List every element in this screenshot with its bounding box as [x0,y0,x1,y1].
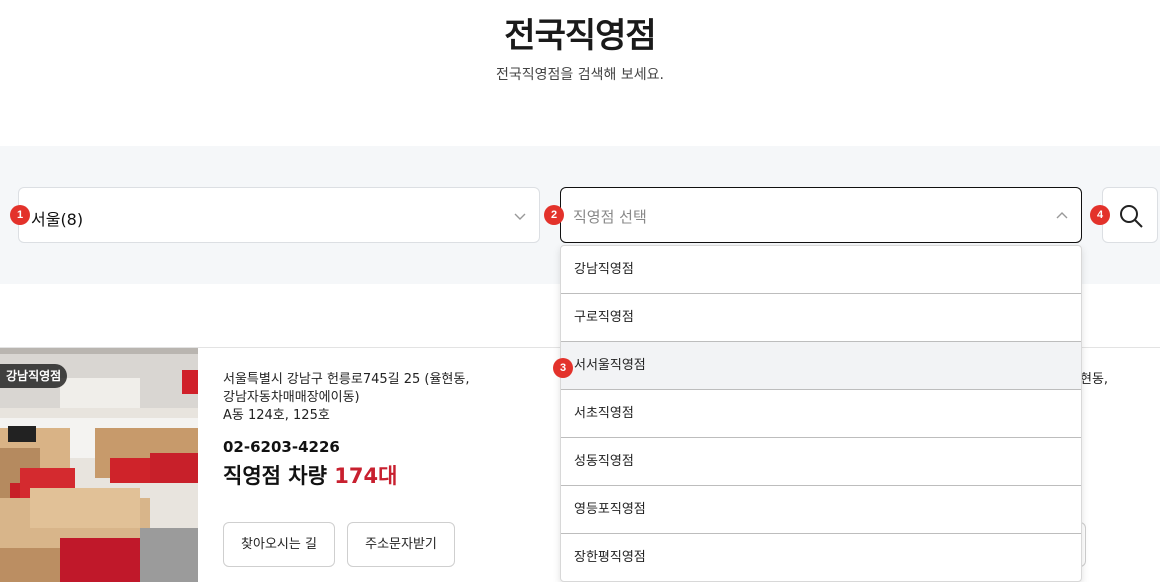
branch-option[interactable]: 강남직영점 [561,246,1081,294]
store-phone: 02-6203-4226 [223,438,340,456]
store-car-count: 직영점 차량 174대 [223,460,397,490]
chevron-down-icon [514,213,526,220]
address-sms-button[interactable]: 주소문자받기 [347,522,455,567]
marker-2: 2 [544,205,564,225]
marker-3: 3 [553,358,573,378]
branch-select-placeholder: 직영점 선택 [573,208,647,226]
branch-option[interactable]: 장한평직영점 [561,534,1081,581]
branch-option[interactable]: 서초직영점 [561,390,1081,438]
store-address-line3: A동 124호, 125호 [223,408,330,423]
car-count-label: 직영점 차량 [223,464,327,488]
region-select[interactable]: 서울(8) [18,187,540,243]
branch-select[interactable]: 직영점 선택 [560,187,1082,243]
branch-option[interactable]: 영등포직영점 [561,486,1081,534]
next-card-address-fragment: 현동, [1080,372,1109,387]
store-address-line1: 서울특별시 강남구 헌릉로745길 25 (율현동, [223,372,470,387]
directions-button[interactable]: 찾아오시는 길 [223,522,335,567]
chevron-up-icon [1056,212,1068,219]
branch-option-highlighted[interactable]: 서서울직영점 [561,342,1081,390]
search-icon [1120,205,1143,228]
page-title: 전국직영점 [504,16,656,56]
marker-1: 1 [10,205,30,225]
region-select-value: 서울(8) [31,210,84,229]
marker-4: 4 [1090,205,1110,225]
page-subtitle: 전국직영점을 검색해 보세요. [496,67,664,83]
branch-dropdown-list: 강남직영점 구로직영점 서서울직영점 서초직영점 성동직영점 영등포직영점 장한… [560,245,1082,582]
branch-option[interactable]: 구로직영점 [561,294,1081,342]
store-badge: 강남직영점 [0,364,68,388]
store-address-line2: 강남자동차매매장에이동) [223,390,360,405]
branch-option[interactable]: 성동직영점 [561,438,1081,486]
search-button[interactable] [1102,187,1158,243]
car-count-value: 174대 [334,464,398,488]
